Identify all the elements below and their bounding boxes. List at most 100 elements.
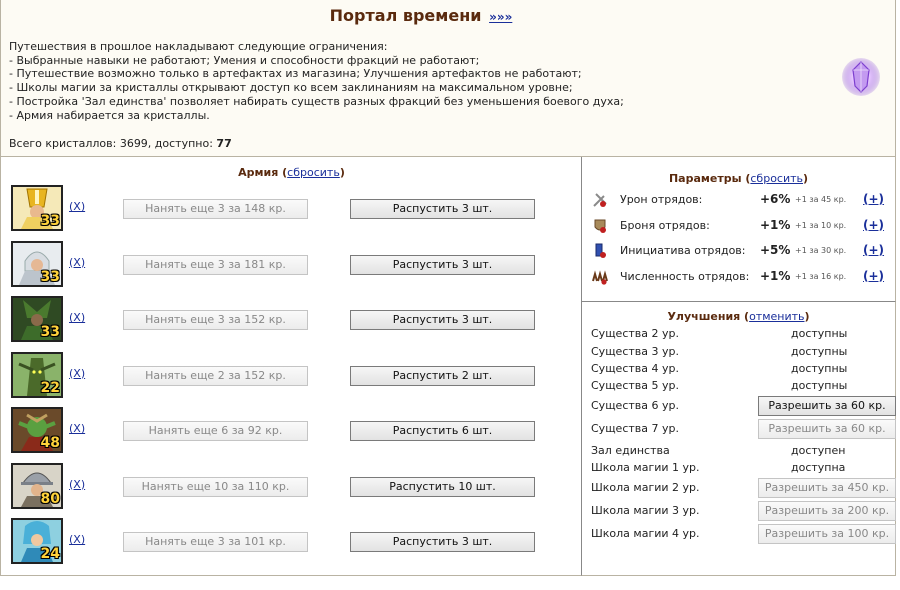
druid-icon[interactable]: 33 — [11, 296, 63, 342]
restriction-line: - Школы магии за кристаллы открывают дос… — [9, 81, 573, 95]
improvement-label: Школа магии 1 ур. — [591, 461, 700, 474]
army-unit-row: 24 (X) Нанять еще 3 за 101 кр. Распустить 3… — [11, 518, 571, 566]
hire-more-button[interactable]: Нанять еще 3 за 152 кр. — [123, 310, 308, 330]
param-label: Броня отрядов: — [620, 218, 710, 232]
crystal-summary-text: Всего кристаллов: 3699, доступно: — [9, 137, 217, 150]
param-row: Инициатива отрядов: +5% +1 за 30 кр. (+) — [592, 242, 892, 260]
unlock-button[interactable]: Разрешить за 60 кр. — [758, 396, 896, 416]
improvement-status: доступны — [791, 379, 848, 392]
restriction-line: Путешествия в прошлое накладывают следую… — [9, 40, 388, 53]
improvement-label: Школа магии 4 ур. — [591, 527, 700, 540]
remove-unit-link[interactable]: (X) — [69, 533, 85, 546]
unlock-button[interactable]: Разрешить за 200 кр. — [758, 501, 896, 521]
restriction-line: - Выбранные навыки не работают; Умения и… — [9, 53, 480, 67]
param-cost: +1 за 16 кр. — [795, 271, 847, 281]
page-title: Портал времени »»» — [1, 6, 841, 25]
param-value: +5% — [760, 243, 791, 257]
inquisitor-icon[interactable]: 33 — [11, 240, 63, 287]
improvement-label: Существа 7 ур. — [591, 422, 679, 435]
param-row: Броня отрядов: +1% +1 за 10 кр. (+) — [592, 217, 892, 235]
army-unit-row: 33 (X) Нанять еще 3 за 148 кр. Распустить 3… — [11, 185, 571, 233]
param-label: Численность отрядов: — [620, 269, 750, 283]
goblin-icon[interactable]: 48 — [11, 407, 63, 453]
dismiss-button[interactable]: Распустить 2 шт. — [350, 365, 535, 386]
improvement-label: Существа 4 ур. — [591, 362, 679, 375]
improvement-label: Существа 6 ур. — [591, 399, 679, 412]
unlock-button[interactable]: Разрешить за 450 кр. — [758, 478, 896, 498]
remove-unit-link[interactable]: (X) — [69, 256, 85, 269]
improvement-label: Существа 3 ур. — [591, 345, 679, 358]
improvement-label: Существа 5 ур. — [591, 379, 679, 392]
crystal-summary: Всего кристаллов: 3699, доступно: 77 — [9, 137, 232, 150]
army-title: Армия — [238, 166, 279, 179]
army-unit-row: 33 (X) Нанять еще 3 за 181 кр. Распустить 3… — [11, 240, 571, 289]
unit-count: 22 — [40, 379, 60, 396]
restrictions-list: Путешествия в прошлое накладывают следую… — [9, 40, 624, 122]
army-header: Армия (сбросить) — [238, 166, 345, 179]
crystal-available-value: 77 — [216, 137, 232, 150]
improvement-status: доступны — [791, 345, 848, 358]
unlock-button[interactable]: Разрешить за 100 кр. — [758, 524, 896, 544]
remove-unit-link[interactable]: (X) — [69, 367, 85, 380]
improvement-label: Существа 2 ур. — [591, 327, 679, 340]
improvements-header: Улучшения (отменить) — [667, 310, 810, 323]
dismiss-button[interactable]: Распустить 3 шт. — [350, 199, 535, 219]
improvement-label: Зал единства — [591, 444, 670, 457]
unlock-button[interactable]: Разрешить за 60 кр. — [758, 419, 896, 439]
params-reset-link[interactable]: сбросить — [750, 172, 803, 185]
improvement-status: доступен — [791, 444, 846, 457]
param-increase-link[interactable]: (+) — [863, 218, 884, 232]
improvement-status: доступны — [791, 327, 848, 340]
portal-page: Портал времени »»» Путешествия в прошлое… — [0, 0, 900, 590]
param-row: Численность отрядов: +1% +1 за 16 кр. (+) — [592, 268, 892, 286]
param-value: +1% — [760, 217, 791, 232]
priest-icon[interactable]: 33 — [11, 185, 63, 231]
param-label: Инициатива отрядов: — [620, 244, 746, 257]
dismiss-button[interactable]: Распустить 3 шт. — [350, 254, 535, 275]
param-value: +6% — [760, 192, 791, 206]
army-reset-link[interactable]: сбросить — [287, 166, 340, 179]
param-increase-link[interactable]: (+) — [863, 269, 884, 283]
hire-more-button[interactable]: Нанять еще 3 за 101 кр. — [123, 532, 308, 552]
info-panel: Портал времени »»» Путешествия в прошлое… — [0, 0, 896, 157]
unit-count: 33 — [40, 213, 60, 229]
improvements-title: Улучшения — [667, 310, 741, 323]
dismiss-button[interactable]: Распустить 6 шт. — [350, 421, 535, 441]
remove-unit-link[interactable]: (X) — [69, 478, 85, 491]
restriction-line: - Армия набирается за кристаллы. — [9, 108, 210, 122]
param-row: Урон отрядов: +6% +1 за 45 кр. (+) — [592, 191, 892, 209]
params-title: Параметры — [668, 172, 742, 185]
elf-icon[interactable]: 24 — [11, 518, 63, 564]
param-label: Урон отрядов: — [620, 193, 703, 206]
param-increase-link[interactable]: (+) — [863, 243, 884, 257]
improvements-panel: Улучшения (отменить) Существа 2 ур. досту… — [581, 302, 896, 576]
hire-more-button[interactable]: Нанять еще 6 за 92 кр. — [123, 421, 308, 441]
param-cost: +1 за 10 кр. — [795, 220, 847, 230]
damage-icon — [592, 192, 608, 208]
hire-more-button[interactable]: Нанять еще 3 за 148 кр. — [123, 199, 308, 219]
remove-unit-link[interactable]: (X) — [69, 422, 85, 435]
army-unit-row: 80 (X) Нанять еще 10 за 110 кр. Распустить … — [11, 462, 571, 511]
hire-more-button[interactable]: Нанять еще 3 за 181 кр. — [123, 254, 308, 275]
remove-unit-link[interactable]: (X) — [69, 311, 85, 324]
param-value: +1% — [760, 268, 791, 283]
remove-unit-link[interactable]: (X) — [69, 200, 85, 213]
params-header: Параметры (сбросить) — [668, 172, 809, 185]
dismiss-button[interactable]: Распустить 3 шт. — [350, 532, 535, 552]
more-link[interactable]: »»» — [489, 10, 512, 24]
hire-more-button[interactable]: Нанять еще 10 за 110 кр. — [123, 476, 308, 497]
improvements-cancel-link[interactable]: отменить — [749, 310, 804, 323]
army-unit-row: 22 (X) Нанять еще 2 за 152 кр. Распустить 2… — [11, 351, 571, 400]
initiative-icon — [592, 243, 608, 259]
numbers-icon — [592, 269, 608, 285]
footman-icon[interactable]: 80 — [11, 462, 63, 509]
restriction-line: - Путешествие возможно только в артефакт… — [9, 67, 582, 81]
param-increase-link[interactable]: (+) — [863, 192, 884, 206]
improvement-label: Школа магии 3 ур. — [591, 504, 700, 517]
army-panel: Армия (сбросить) 33 (X) Нанять еще 3 за 14… — [0, 157, 582, 576]
dismiss-button[interactable]: Распустить 3 шт. — [350, 310, 535, 330]
treant-icon[interactable]: 22 — [11, 351, 63, 398]
dismiss-button[interactable]: Распустить 10 шт. — [350, 476, 535, 497]
crystal-icon — [842, 58, 880, 96]
hire-more-button[interactable]: Нанять еще 2 за 152 кр. — [123, 365, 308, 386]
